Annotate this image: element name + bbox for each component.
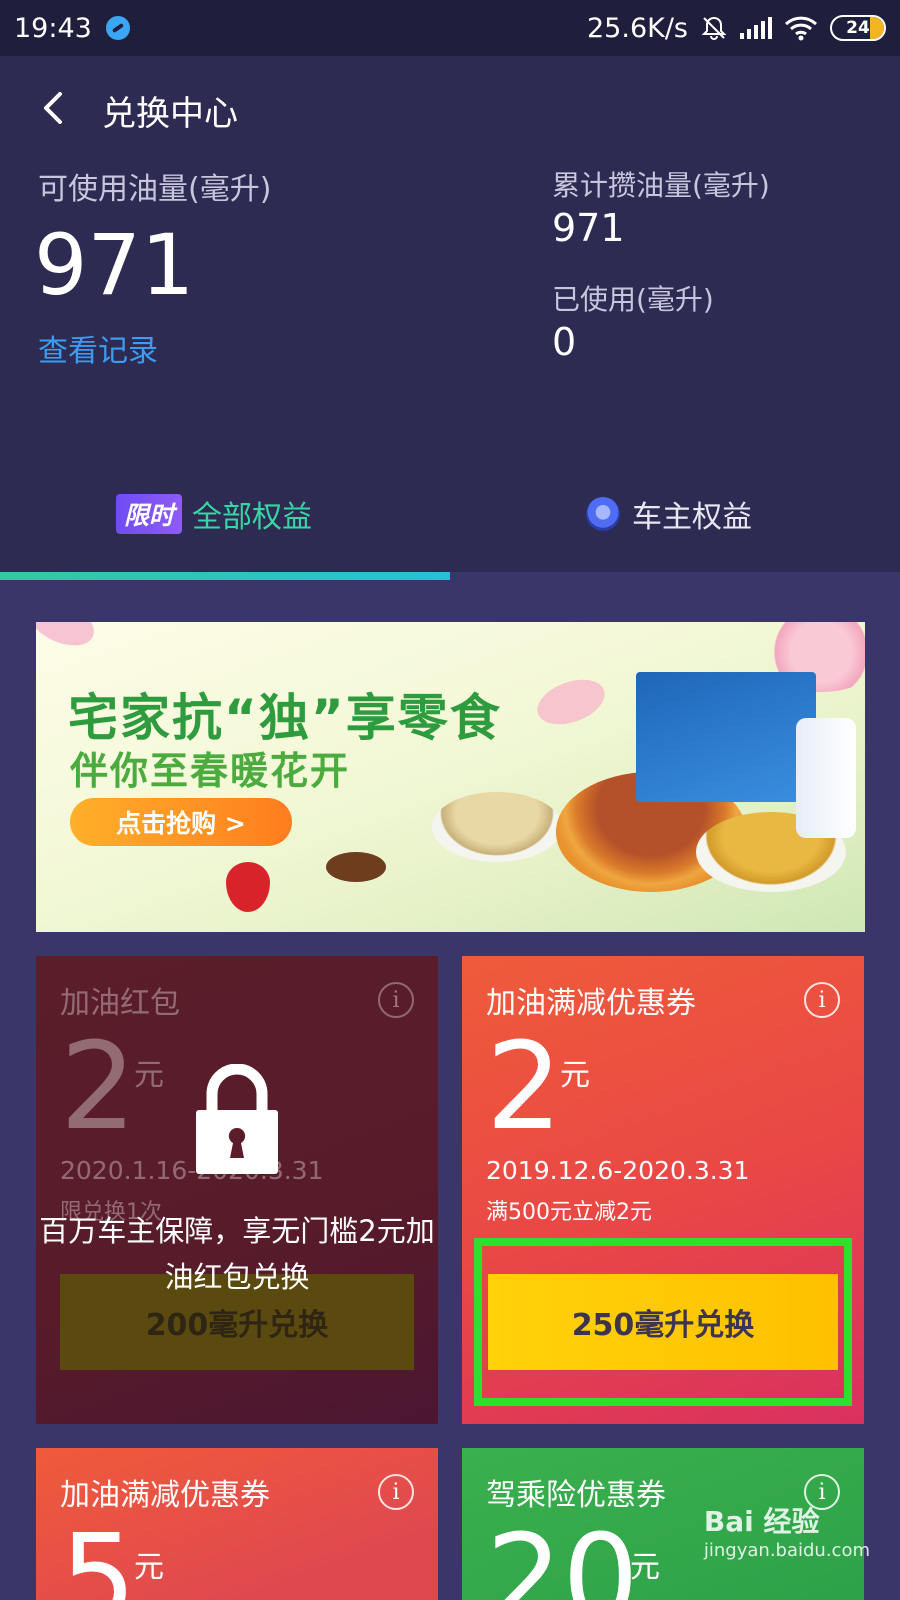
info-icon[interactable]: i: [378, 1474, 414, 1510]
view-records-link[interactable]: 查看记录: [38, 326, 158, 370]
redeem-250ml-button[interactable]: 250毫升兑换: [488, 1274, 838, 1370]
yogurt-box-image: [636, 672, 816, 802]
fuel-discount-card-5[interactable]: 加油满减优惠券 i 5 元: [36, 1448, 438, 1600]
page-title: 兑换中心: [102, 94, 238, 134]
available-oil-label: 可使用油量(毫升): [38, 172, 272, 207]
card-unit: 元: [560, 1058, 590, 1093]
card-amount: 20: [486, 1510, 639, 1600]
card-unit: 元: [134, 1550, 164, 1585]
network-speed: 25.6K/s: [587, 12, 688, 44]
tab-owner-benefits[interactable]: 车主权益: [586, 492, 752, 536]
used-oil-label: 已使用(毫升): [552, 283, 714, 316]
card-unit: 元: [134, 1058, 164, 1093]
accumulated-oil-label: 累计攒油量(毫升): [552, 169, 770, 202]
bell-muted-icon: [701, 16, 727, 40]
used-oil-value: 0: [552, 320, 577, 364]
accumulated-oil-value: 971: [552, 206, 625, 250]
watermark-url: jingyan.baidu.com: [703, 1540, 870, 1561]
pistachio-bowl-image: [432, 792, 562, 862]
strawberry-image: [226, 862, 270, 912]
signal-icon: [740, 17, 772, 39]
header: 兑换中心 可使用油量(毫升) 971 查看记录 累计攒油量(毫升) 971 已使…: [0, 56, 900, 580]
card-amount: 2: [486, 1018, 563, 1157]
status-time: 19:43: [14, 12, 92, 44]
petal-decoration: [531, 671, 611, 733]
yogurt-bottle-image: [796, 718, 856, 838]
card-amount: 2: [60, 1018, 137, 1157]
banner-subheadline: 伴你至春暖花开: [70, 749, 351, 793]
limited-badge: 限时: [116, 494, 183, 534]
car-owner-icon: [586, 497, 620, 531]
nut-image: [326, 852, 386, 882]
lock-icon: [196, 1064, 278, 1174]
battery-icon: 24: [830, 15, 886, 41]
tab-all-benefits-label: 全部权益: [192, 500, 313, 535]
fuel-discount-card[interactable]: 加油满减优惠券 i 2 元 2019.12.6-2020.3.31 满500元立…: [462, 956, 864, 1424]
status-bar: 19:43 25.6K/s 24: [0, 0, 900, 56]
info-icon[interactable]: i: [378, 982, 414, 1018]
back-arrow-icon[interactable]: [34, 88, 74, 128]
tab-owner-benefits-label: 车主权益: [632, 500, 752, 535]
buy-now-button[interactable]: 点击抢购 >: [70, 798, 292, 846]
notification-app-icon: [105, 16, 130, 40]
card-unit: 元: [630, 1550, 660, 1585]
baidu-watermark: Bai 经验 jingyan.baidu.com: [704, 1500, 870, 1561]
card-validity: 2019.12.6-2020.3.31: [486, 1156, 750, 1185]
available-oil-value: 971: [34, 216, 195, 314]
wifi-icon: [784, 16, 818, 41]
card-amount: 5: [60, 1510, 137, 1600]
tab-all-benefits[interactable]: 限时 全部权益: [116, 492, 312, 536]
battery-level: 24: [846, 18, 870, 38]
active-tab-indicator: [0, 572, 450, 580]
lock-message: 百万车主保障，享无门槛2元加油红包兑换: [39, 1214, 435, 1294]
card-condition: 满500元立减2元: [486, 1200, 652, 1225]
watermark-main: Bai 经验: [703, 1505, 820, 1538]
red-packet-card[interactable]: 加油红包 i 2 元 2020.1.16-2020.3.31 限兑换1次 200…: [36, 956, 438, 1424]
info-icon[interactable]: i: [804, 982, 840, 1018]
petal-decoration: [36, 622, 102, 655]
promo-banner[interactable]: 宅家抗“独”享零食 伴你至春暖花开 点击抢购 >: [36, 622, 865, 932]
